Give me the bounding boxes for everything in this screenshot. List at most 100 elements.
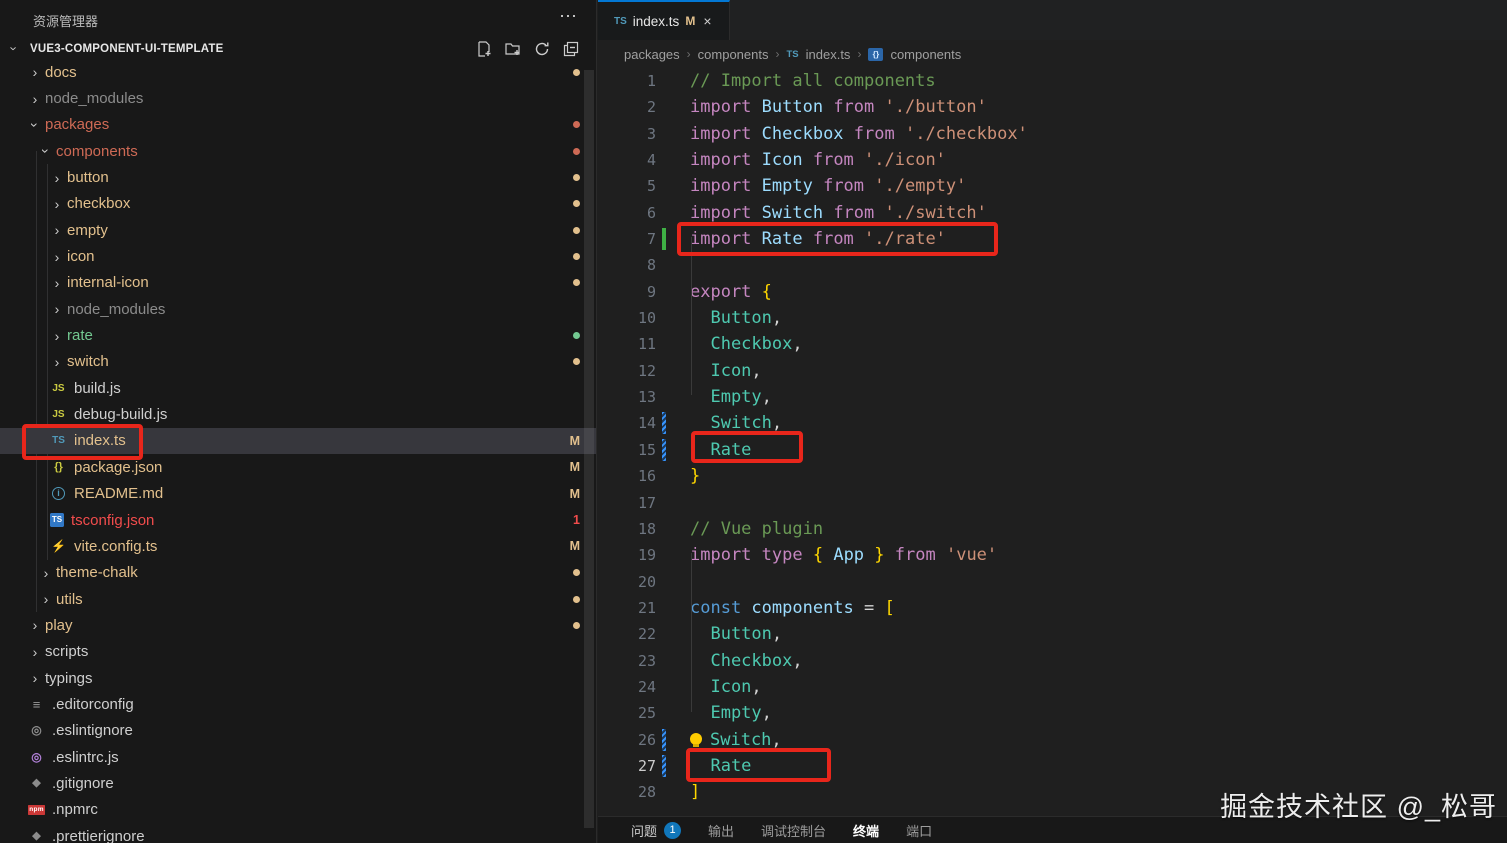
tab-index-ts[interactable]: TS index.ts M × [598,0,730,40]
tree-item-packages[interactable]: › packages [0,112,596,138]
tree-item-utils[interactable]: › utils [0,586,596,612]
project-name: VUE3-COMPONENT-UI-TEMPLATE [30,43,224,55]
new-folder-icon[interactable] [505,41,521,57]
refresh-icon[interactable] [534,41,550,57]
tree-item-readme-md[interactable]: i README.md M [0,481,596,507]
code-line-7[interactable]: 7 import Rate from './rate' [598,226,1507,252]
code-line-27[interactable]: 27 Rate [598,753,1507,779]
code-line-19[interactable]: 19 import type { App } from 'vue' [598,542,1507,568]
tree-item-components[interactable]: › components [0,138,596,164]
close-icon[interactable]: × [703,13,711,29]
tree-item-label: build.js [74,379,121,397]
code-line-4[interactable]: 4 import Icon from './icon' [598,147,1507,173]
code-text: // Import all components [690,71,936,91]
tree-item-docs[interactable]: › docs [0,59,596,85]
sidebar-scrollbar[interactable] [584,70,594,828]
tree-item-switch[interactable]: › switch [0,349,596,375]
tree-item-node-modules[interactable]: › node_modules [0,85,596,111]
tree-item-internal-icon[interactable]: › internal-icon [0,270,596,296]
code-line-9[interactable]: 9 export { [598,279,1507,305]
tree-item-label: package.json [74,458,163,476]
chevron-right-icon: › [32,670,38,687]
tree-item-node-modules[interactable]: › node_modules [0,296,596,322]
tree-item--prettierignore[interactable]: ◆ .prettierignore [0,823,596,843]
tree-item--npmrc[interactable]: npm .npmrc [0,797,596,823]
code-line-26[interactable]: 26 Switch, [598,727,1507,753]
new-file-icon[interactable] [476,41,492,57]
code-line-21[interactable]: 21 const components = [ [598,595,1507,621]
tree-item-typings[interactable]: › typings [0,665,596,691]
tree-item--gitignore[interactable]: ◆ .gitignore [0,770,596,796]
code-line-24[interactable]: 24 Icon, [598,674,1507,700]
lines-file-icon: ≡ [32,696,41,712]
code-line-2[interactable]: 2 import Button from './button' [598,94,1507,120]
code-line-25[interactable]: 25 Empty, [598,700,1507,726]
explorer-sidebar: 资源管理器 ⋯ › VUE3-COMPONENT-UI-TEMPLATE › do… [0,0,597,843]
breadcrumb-index-ts[interactable]: index.ts [806,47,851,62]
code-line-23[interactable]: 23 Checkbox, [598,648,1507,674]
git-status-dot [573,270,580,296]
tree-item-button[interactable]: › button [0,164,596,190]
code-line-20[interactable]: 20 [598,569,1507,595]
code-line-18[interactable]: 18 // Vue plugin [598,516,1507,542]
panel-tab-problems[interactable]: 问题 1 [631,821,682,840]
tree-item-icon[interactable]: › icon [0,243,596,269]
code-line-22[interactable]: 22 Button, [598,621,1507,647]
tree-item--editorconfig[interactable]: ≡ .editorconfig [0,691,596,717]
tree-item--eslintignore[interactable]: ◎ .eslintignore [0,718,596,744]
code-line-6[interactable]: 6 import Switch from './switch' [598,200,1507,226]
panel-tab-output[interactable]: 输出 [708,821,734,840]
editor-tab-bar: TS index.ts M × [598,0,1507,40]
chevron-right-icon: › [32,64,38,81]
breadcrumb: packages › components › TS index.ts › {}… [598,40,1507,68]
tree-item--eslintrc-js[interactable]: ◎ .eslintrc.js [0,744,596,770]
tree-item-index-ts[interactable]: TS index.ts M [0,427,596,455]
code-line-13[interactable]: 13 Empty, [598,384,1507,410]
tree-item-empty[interactable]: › empty [0,217,596,243]
tree-item-play[interactable]: › play [0,612,596,638]
tree-item-label: switch [67,353,109,371]
chevron-right-icon: › [32,617,38,634]
gutter-modified-indicator [662,728,666,751]
breadcrumb-packages[interactable]: packages [624,47,680,62]
breadcrumb-components[interactable]: components [698,47,769,62]
js-file-icon: JS [52,409,65,421]
code-line-10[interactable]: 10 Button, [598,305,1507,331]
tree-item-scripts[interactable]: › scripts [0,639,596,665]
code-line-17[interactable]: 17 [598,490,1507,516]
tree-item-vite-config-ts[interactable]: ⚡ vite.config.ts M [0,533,596,559]
namespace-symbol-icon: {} [868,47,884,61]
tree-item-package-json[interactable]: {} package.json M [0,454,596,480]
code-line-16[interactable]: 16} [598,463,1507,489]
line-number: 20 [637,572,656,591]
modified-badge: M [685,14,696,28]
code-text: Button, [690,624,783,645]
more-actions-icon[interactable]: ⋯ [559,6,578,27]
line-number: 26 [637,730,656,749]
tree-item-build-js[interactable]: JS build.js [0,375,596,401]
code-line-15[interactable]: 15 Rate [598,437,1507,463]
tree-item-checkbox[interactable]: › checkbox [0,191,596,217]
tree-item-tsconfig-json[interactable]: TS tsconfig.json 1 [0,507,596,533]
line-number: 21 [637,598,656,617]
line-number: 22 [637,625,656,644]
tree-item-rate[interactable]: › rate [0,322,596,348]
code-line-5[interactable]: 5 import Empty from './empty' [598,173,1507,199]
tree-item-debug-build-js[interactable]: JS debug-build.js [0,401,596,427]
code-line-8[interactable]: 8 [598,252,1507,278]
code-line-1[interactable]: 1 // Import all components [598,68,1507,94]
ringPurple-file-icon: ◎ [31,749,42,764]
code-line-12[interactable]: 12 Icon, [598,358,1507,384]
code-line-14[interactable]: 14 Switch, [598,410,1507,436]
code-line-3[interactable]: 3 import Checkbox from './checkbox' [598,121,1507,147]
code-line-11[interactable]: 11 Checkbox, [598,331,1507,357]
lightbulb-icon[interactable] [690,732,702,747]
panel-tab-debug-console[interactable]: 调试控制台 [761,821,826,840]
line-number: 5 [646,177,656,196]
breadcrumb-symbol-components[interactable]: components [890,47,961,62]
code-editor[interactable]: 1 // Import all components 2 import Button … [598,68,1507,806]
collapse-all-icon[interactable] [563,41,579,57]
tree-item-theme-chalk[interactable]: › theme-chalk [0,560,596,586]
panel-tab-terminal[interactable]: 终端 [853,821,879,840]
panel-tab-ports[interactable]: 端口 [906,821,932,840]
